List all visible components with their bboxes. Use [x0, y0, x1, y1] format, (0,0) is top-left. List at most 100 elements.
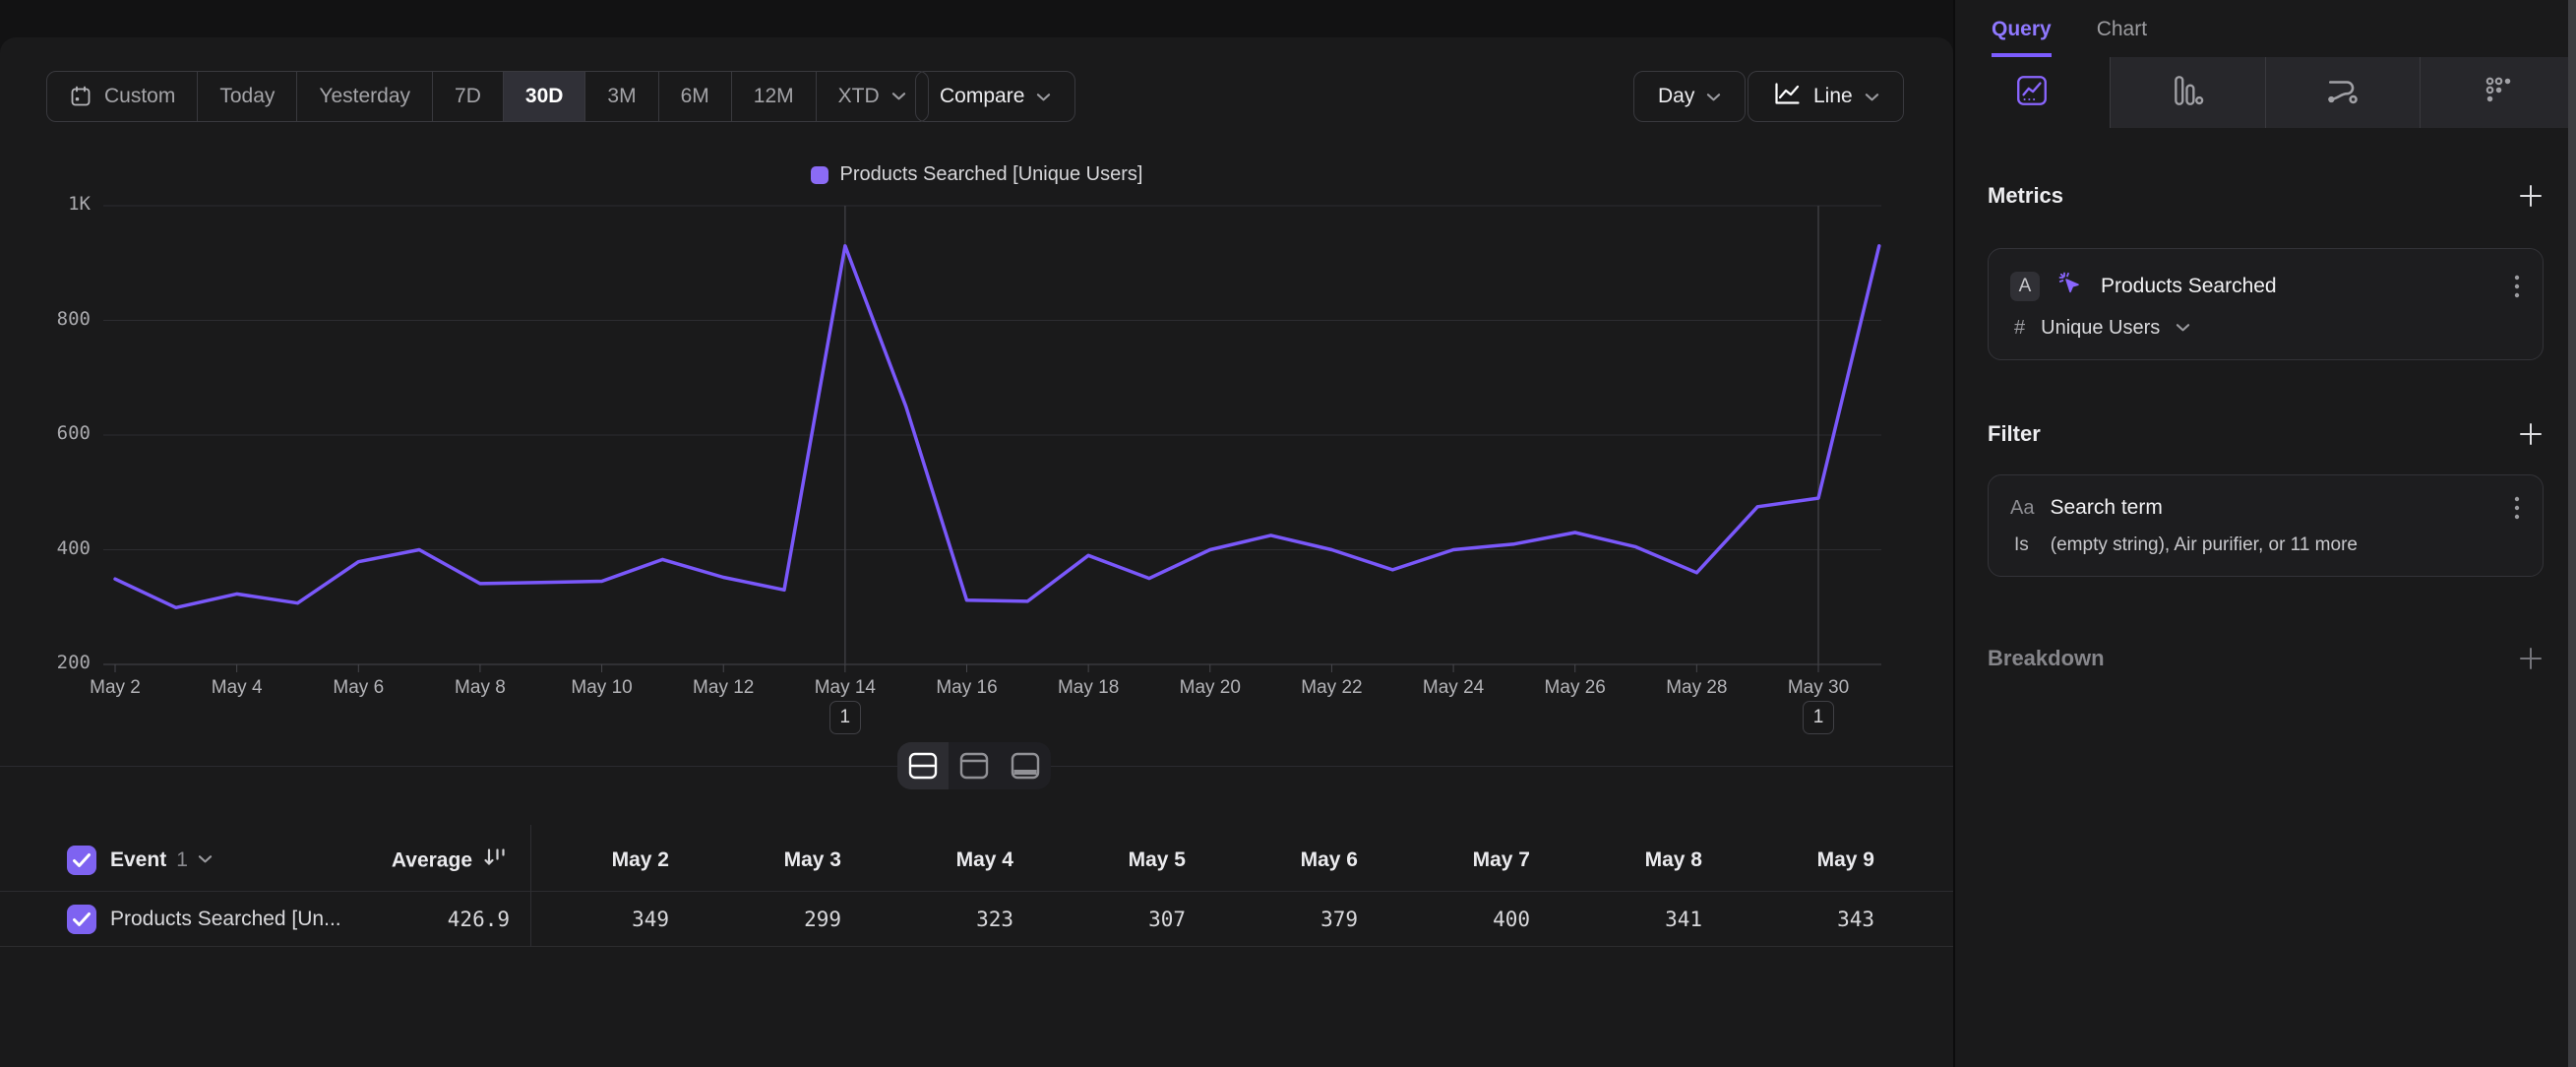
date-cell-value: 307 — [1013, 908, 1186, 931]
tab-funnels[interactable] — [2111, 57, 2266, 128]
range-3m[interactable]: 3M — [584, 72, 657, 121]
y-tick-label: 1K — [68, 193, 91, 215]
interval-label: Day — [1658, 85, 1694, 108]
line-chart-icon — [1772, 81, 1802, 113]
date-column-header[interactable]: May 7 — [1358, 848, 1530, 872]
x-tick-label: May 2 — [90, 677, 141, 699]
chart-type-label: Line — [1813, 85, 1853, 108]
chart-type-dropdown[interactable]: Line — [1748, 71, 1904, 122]
sort-descending-icon[interactable] — [482, 847, 510, 875]
insights-icon — [2014, 73, 2050, 113]
y-tick-label: 200 — [57, 652, 91, 673]
date-column-header[interactable]: May 3 — [669, 848, 841, 872]
filter-card-main-row: Aa Search term — [1989, 475, 2543, 527]
chevron-down-icon — [198, 851, 213, 869]
x-tick-label: May 24 — [1423, 677, 1484, 699]
tab-insights[interactable] — [1955, 57, 2111, 128]
layout-chart-only-button[interactable] — [949, 742, 1000, 789]
event-header-label: Event — [110, 848, 166, 872]
flows-icon — [2325, 73, 2361, 113]
date-column-header[interactable]: May 6 — [1186, 848, 1358, 872]
row-checkbox[interactable] — [67, 905, 96, 934]
date-column-headers: May 2May 3May 4May 5May 6May 7May 8May 9 — [530, 830, 1874, 891]
retention-icon — [2481, 73, 2516, 113]
select-all-checkbox[interactable] — [67, 846, 96, 875]
filter-kebab-menu[interactable] — [2513, 495, 2521, 521]
y-tick-label: 400 — [57, 537, 91, 559]
tab-chart[interactable]: Chart — [2097, 18, 2147, 57]
tab-query[interactable]: Query — [1992, 18, 2052, 57]
tab-flows[interactable] — [2266, 57, 2422, 128]
event-count: 1 — [176, 848, 188, 872]
filter-card[interactable]: Aa Search term Is (empty string), Air pu… — [1988, 474, 2544, 577]
insights-report-page: CustomTodayYesterday7D30D3M6M12MXTD Comp… — [0, 0, 2576, 1067]
range-yesterday[interactable]: Yesterday — [296, 72, 432, 121]
metric-kebab-menu[interactable] — [2513, 274, 2521, 299]
x-tick-label: May 20 — [1180, 677, 1241, 699]
chevron-down-icon — [2176, 320, 2190, 338]
date-cell-value: 323 — [841, 908, 1013, 931]
metric-card-main-row: A Products Searched — [1989, 249, 2543, 309]
interval-dropdown[interactable]: Day — [1633, 71, 1746, 122]
date-column-header[interactable]: May 2 — [530, 848, 669, 872]
text-property-icon: Aa — [2010, 497, 2034, 520]
y-tick-label: 800 — [57, 308, 91, 330]
chart-legend[interactable]: Products Searched [Unique Users] — [0, 163, 1953, 186]
metric-card[interactable]: A Products Searched # Unique Users — [1988, 248, 2544, 360]
filter-property-name: Search term — [2050, 496, 2497, 520]
x-tick-label: May 8 — [455, 677, 506, 699]
table-column-separator — [530, 825, 531, 947]
range-custom[interactable]: Custom — [47, 72, 197, 121]
average-header[interactable]: Average — [335, 847, 510, 875]
date-column-header[interactable]: May 4 — [841, 848, 1013, 872]
range-7d[interactable]: 7D — [432, 72, 503, 121]
annotation-badge[interactable]: 1 — [1803, 701, 1834, 734]
x-tick-label: May 28 — [1666, 677, 1727, 699]
compare-button[interactable]: Compare — [915, 71, 1075, 122]
range-xtd[interactable]: XTD — [816, 72, 928, 121]
add-metric-button[interactable] — [2518, 183, 2544, 209]
x-tick-label: May 6 — [333, 677, 384, 699]
date-value-cells: 349299323307379400341343 — [530, 892, 1874, 946]
compare-label: Compare — [940, 85, 1024, 108]
range-30d[interactable]: 30D — [503, 72, 585, 121]
date-range-toolbar: CustomTodayYesterday7D30D3M6M12MXTD — [46, 71, 929, 122]
x-tick-label: May 30 — [1788, 677, 1849, 699]
layout-split-view-button[interactable] — [897, 742, 949, 789]
date-column-header[interactable]: May 5 — [1013, 848, 1186, 872]
add-filter-button[interactable] — [2518, 421, 2544, 447]
metric-name: Products Searched — [2101, 275, 2497, 298]
tab-retention[interactable] — [2421, 57, 2576, 128]
layout-table-only-button[interactable] — [1000, 742, 1051, 789]
annotation-badge[interactable]: 1 — [829, 701, 861, 734]
date-column-header[interactable]: May 9 — [1702, 848, 1874, 872]
date-range-segmented-control: CustomTodayYesterday7D30D3M6M12MXTD — [46, 71, 929, 122]
add-breakdown-button[interactable] — [2518, 646, 2544, 671]
date-column-header[interactable]: May 8 — [1530, 848, 1702, 872]
x-axis-labels: May 2May 4May 6May 8May 10May 12May 14Ma… — [0, 677, 1953, 703]
range-6m[interactable]: 6M — [658, 72, 731, 121]
x-tick-label: May 4 — [212, 677, 263, 699]
report-type-tabs — [1955, 57, 2576, 128]
legend-label: Products Searched [Unique Users] — [840, 163, 1143, 186]
metrics-title: Metrics — [1988, 183, 2063, 209]
average-header-label: Average — [392, 848, 472, 872]
chevron-down-icon — [891, 92, 906, 101]
range-12m[interactable]: 12M — [731, 72, 816, 121]
x-tick-label: May 26 — [1545, 677, 1606, 699]
y-tick-label: 600 — [57, 422, 91, 444]
x-tick-label: May 22 — [1301, 677, 1362, 699]
breakdown-section-header: Breakdown — [1988, 646, 2544, 671]
metric-aggregation-row[interactable]: # Unique Users — [1989, 309, 2543, 359]
funnels-icon — [2170, 73, 2205, 113]
range-today[interactable]: Today — [197, 72, 296, 121]
x-tick-label: May 16 — [936, 677, 997, 699]
date-cell-value: 349 — [530, 908, 669, 931]
event-header-dropdown[interactable]: Event 1 — [110, 848, 213, 872]
query-panel-body: Metrics A Products Searched # Unique Use… — [1955, 183, 2576, 671]
metric-letter-badge: A — [2010, 272, 2040, 301]
page-scrollbar[interactable] — [2568, 0, 2576, 1067]
table-row[interactable]: Products Searched [Un... 426.9 349299323… — [0, 891, 1953, 947]
calendar-icon — [69, 85, 92, 108]
filter-condition-row[interactable]: Is (empty string), Air purifier, or 11 m… — [1989, 527, 2543, 576]
